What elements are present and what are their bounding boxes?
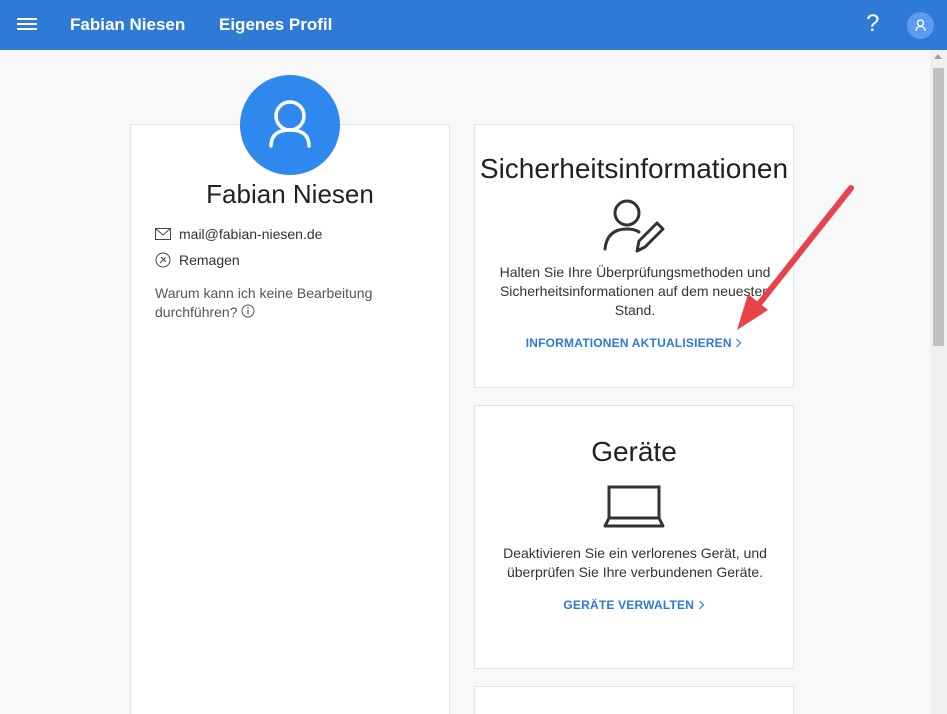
annotation-arrow [737,185,854,330]
